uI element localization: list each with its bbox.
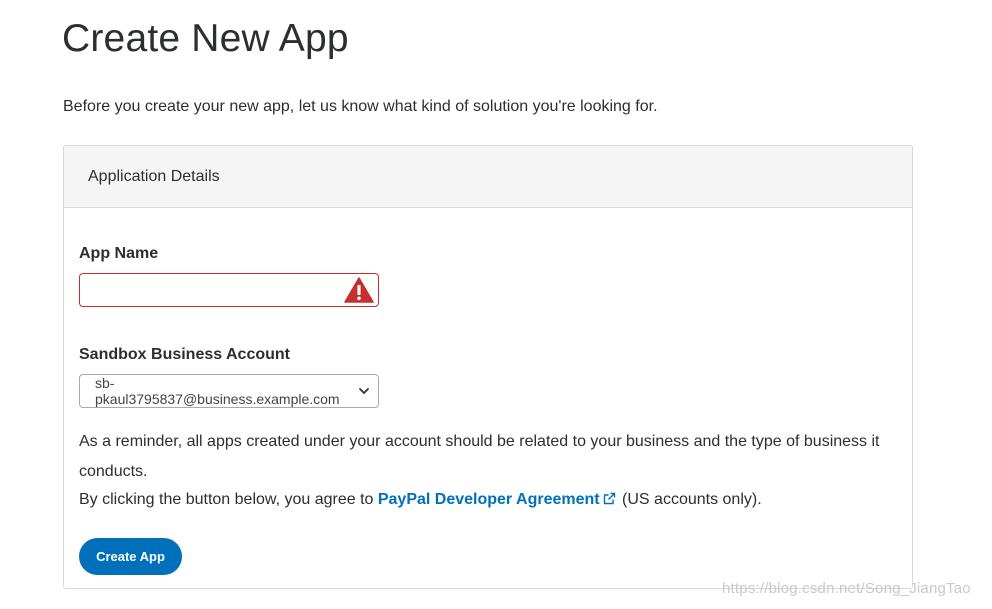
sandbox-account-select[interactable]: sb-pkaul3795837@business.example.com: [79, 374, 379, 408]
external-link-icon: [603, 492, 615, 505]
agreement-suffix: (US accounts only).: [617, 491, 762, 508]
card-header: Application Details: [64, 146, 912, 208]
app-name-field: [79, 273, 379, 307]
warning-triangle-icon: [344, 277, 374, 303]
create-app-button[interactable]: Create App: [79, 538, 182, 575]
intro-text: Before you create your new app, let us k…: [63, 98, 658, 115]
sandbox-account-label: Sandbox Business Account: [79, 346, 290, 363]
reminder-text: As a reminder, all apps created under yo…: [79, 433, 880, 480]
developer-agreement-link-label: PayPal Developer Agreement: [377, 491, 600, 508]
app-name-input[interactable]: [88, 275, 352, 307]
chevron-down-icon: [359, 388, 369, 394]
application-details-card: Application Details App Name Sandbox Bus…: [63, 145, 913, 589]
sandbox-account-value: sb-pkaul3795837@business.example.com: [95, 375, 340, 407]
page-title: Create New App: [62, 17, 349, 60]
developer-agreement-link[interactable]: PayPal Developer Agreement: [378, 491, 618, 508]
watermark: https://blog.csdn.net/Song_JiangTao: [722, 580, 971, 597]
app-name-label: App Name: [79, 245, 159, 262]
agreement-text: By clicking the button below, you agree …: [79, 485, 762, 515]
agreement-prefix: By clicking the button below, you agree …: [79, 491, 378, 508]
